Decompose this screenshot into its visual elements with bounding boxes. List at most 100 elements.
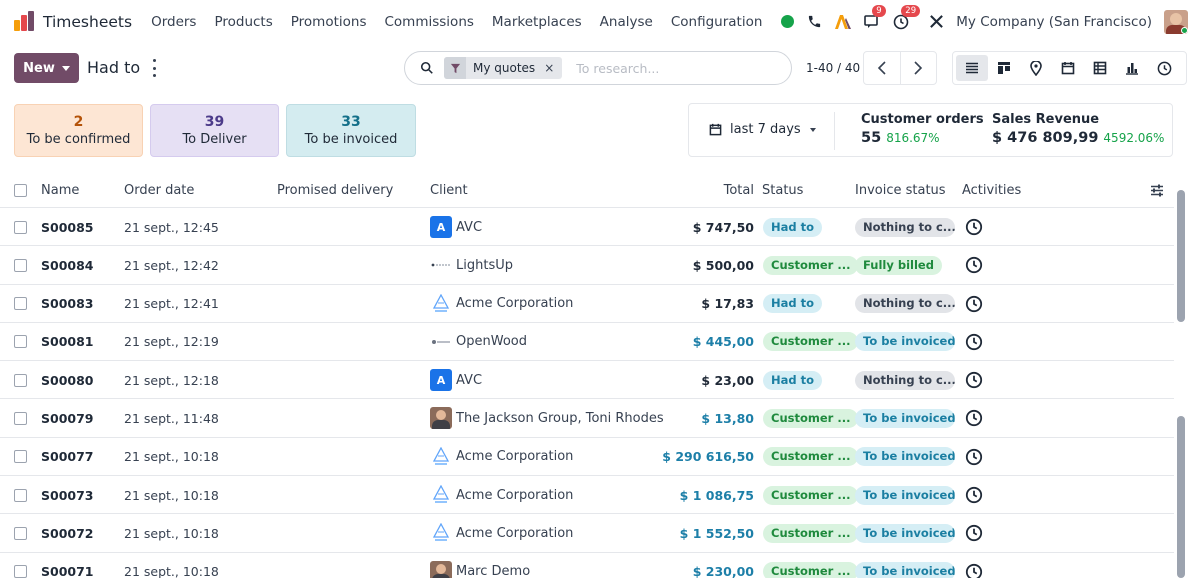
order-name[interactable]: S00084: [41, 246, 94, 284]
invoice-status-badge: To be invoiced: [855, 523, 955, 543]
row-checkbox[interactable]: [14, 526, 27, 540]
activity-clock-icon[interactable]: [965, 323, 983, 361]
kpi-sales-revenue[interactable]: Sales Revenue $ 476 809,99 4592.06%: [992, 111, 1164, 148]
row-checkbox[interactable]: [14, 373, 27, 387]
row-checkbox[interactable]: [14, 488, 27, 502]
app-logo-icon[interactable]: [13, 10, 35, 33]
row-checkbox[interactable]: [14, 220, 27, 234]
scrollbar-thumb[interactable]: [1177, 190, 1185, 322]
order-name[interactable]: S00083: [41, 285, 94, 323]
menu-analyse[interactable]: Analyse: [600, 14, 653, 30]
row-checkbox[interactable]: [14, 565, 27, 578]
kanban-view-button[interactable]: [988, 55, 1020, 81]
calendar-view-button[interactable]: [1052, 55, 1084, 81]
pager-value[interactable]: 1-40 / 40: [806, 61, 860, 75]
order-total: $ 1 086,75: [679, 487, 754, 503]
pager-next-button[interactable]: [899, 52, 937, 84]
search-input[interactable]: [576, 60, 787, 76]
close-icon[interactable]: ×: [544, 61, 554, 75]
order-name[interactable]: S00081: [41, 323, 94, 361]
order-name[interactable]: S00079: [41, 399, 94, 437]
card-to-be-invoiced[interactable]: 33 To be invoiced: [286, 104, 416, 157]
company-switcher[interactable]: My Company (San Francisco): [956, 14, 1152, 30]
activity-view-button[interactable]: [1148, 55, 1180, 81]
activity-clock-icon[interactable]: [965, 438, 983, 476]
table-row[interactable]: S00080 21 sept., 12:18 A AVC $ 23,00 Had to No…: [0, 361, 1174, 400]
menu-promotions[interactable]: Promotions: [291, 14, 367, 30]
order-name[interactable]: S00085: [41, 208, 94, 246]
map-view-button[interactable]: [1020, 55, 1052, 81]
column-name[interactable]: Name: [41, 172, 79, 208]
column-promised-delivery[interactable]: Promised delivery: [277, 172, 393, 208]
activity-clock-icon[interactable]: [965, 476, 983, 514]
table-row[interactable]: S00085 21 sept., 12:45 A AVC $ 747,50 Had to N…: [0, 208, 1174, 247]
menu-commissions[interactable]: Commissions: [385, 14, 474, 30]
card-label: To be invoiced: [304, 131, 398, 147]
caret-down-icon: [61, 65, 70, 71]
column-order-date[interactable]: Order date: [124, 172, 194, 208]
menu-configuration[interactable]: Configuration: [671, 14, 763, 30]
main-menu: Orders Products Promotions Commissions M…: [151, 14, 780, 30]
card-to-be-confirmed[interactable]: 2 To be confirmed: [14, 104, 143, 157]
filter-facet[interactable]: My quotes ×: [444, 57, 563, 79]
graph-view-button[interactable]: [1116, 55, 1148, 81]
column-client[interactable]: Client: [430, 172, 468, 208]
column-activities[interactable]: Activities: [962, 172, 1021, 208]
activity-clock-icon[interactable]: [965, 246, 983, 284]
order-name[interactable]: S00073: [41, 476, 94, 514]
search-icon[interactable]: [420, 61, 434, 75]
activity-clock-icon[interactable]: [965, 514, 983, 552]
table-row[interactable]: S00083 21 sept., 12:41 Acme Corporation $ 1…: [0, 285, 1174, 323]
table-row[interactable]: S00084 21 sept., 12:42 LightsUp $ 500,00 Cus…: [0, 246, 1174, 285]
list-view-button[interactable]: [956, 55, 988, 81]
activity-clock-icon[interactable]: [965, 285, 983, 323]
caret-down-icon: [809, 127, 816, 132]
table-row[interactable]: S00073 21 sept., 10:18 Acme Corporation $ 1…: [0, 476, 1174, 515]
activity-clock-icon[interactable]: [965, 553, 983, 578]
row-checkbox[interactable]: [14, 297, 27, 311]
menu-products[interactable]: Products: [214, 14, 272, 30]
search-bar: My quotes ×: [404, 51, 792, 85]
presence-status-icon[interactable]: [781, 15, 795, 28]
pager-previous-button[interactable]: [864, 52, 900, 84]
activities-clock-icon[interactable]: 29: [892, 4, 921, 31]
app-name[interactable]: Timesheets: [43, 13, 132, 31]
order-name[interactable]: S00071: [41, 553, 94, 578]
activity-clock-icon[interactable]: [965, 361, 983, 399]
scrollbar-thumb-lower[interactable]: [1177, 416, 1185, 578]
table-row[interactable]: S00072 21 sept., 10:18 Acme Corporation $ 1…: [0, 514, 1174, 553]
order-name[interactable]: S00077: [41, 438, 94, 476]
column-invoice-status[interactable]: Invoice status: [855, 172, 946, 208]
new-button[interactable]: New: [14, 53, 79, 83]
kpi-customer-orders[interactable]: Customer orders 55 816.67%: [861, 111, 984, 148]
card-to-deliver[interactable]: 39 To Deliver: [150, 104, 279, 157]
column-total[interactable]: Total: [724, 172, 754, 208]
client-name: Acme Corporation: [456, 296, 574, 312]
tools-icon[interactable]: [927, 13, 945, 31]
messages-icon[interactable]: 9: [863, 4, 886, 31]
order-name[interactable]: S00080: [41, 361, 94, 399]
menu-orders[interactable]: Orders: [151, 14, 196, 30]
actions-menu-icon[interactable]: [149, 59, 159, 77]
menu-marketplaces[interactable]: Marketplaces: [492, 14, 582, 30]
optional-columns-toggle[interactable]: [1150, 172, 1164, 208]
table-row[interactable]: S00077 21 sept., 10:18 Acme Corporation $ 2…: [0, 438, 1174, 477]
activity-clock-icon[interactable]: [965, 399, 983, 437]
ai-assistant-icon[interactable]: [834, 13, 852, 31]
table-row[interactable]: S00081 21 sept., 12:19 OpenWood $ 445,00 Cus…: [0, 323, 1174, 362]
date-filter-dropdown[interactable]: last 7 days: [709, 122, 816, 137]
column-status[interactable]: Status: [762, 172, 803, 208]
pivot-view-button[interactable]: [1084, 55, 1116, 81]
row-checkbox[interactable]: [14, 450, 27, 464]
table-row[interactable]: S00071 21 sept., 10:18 Marc Demo $ 230,00 Cu…: [0, 553, 1174, 578]
row-checkbox[interactable]: [14, 335, 27, 349]
user-avatar[interactable]: [1164, 9, 1188, 34]
row-checkbox[interactable]: [14, 258, 27, 272]
row-checkbox[interactable]: [14, 411, 27, 425]
table-row[interactable]: S00079 21 sept., 11:48 The Jackson Group, …: [0, 399, 1174, 438]
select-all-checkbox[interactable]: [14, 183, 27, 197]
phone-icon[interactable]: [805, 13, 823, 31]
scrollbar[interactable]: [1176, 172, 1186, 578]
order-name[interactable]: S00072: [41, 514, 94, 552]
activity-clock-icon[interactable]: [965, 208, 983, 246]
